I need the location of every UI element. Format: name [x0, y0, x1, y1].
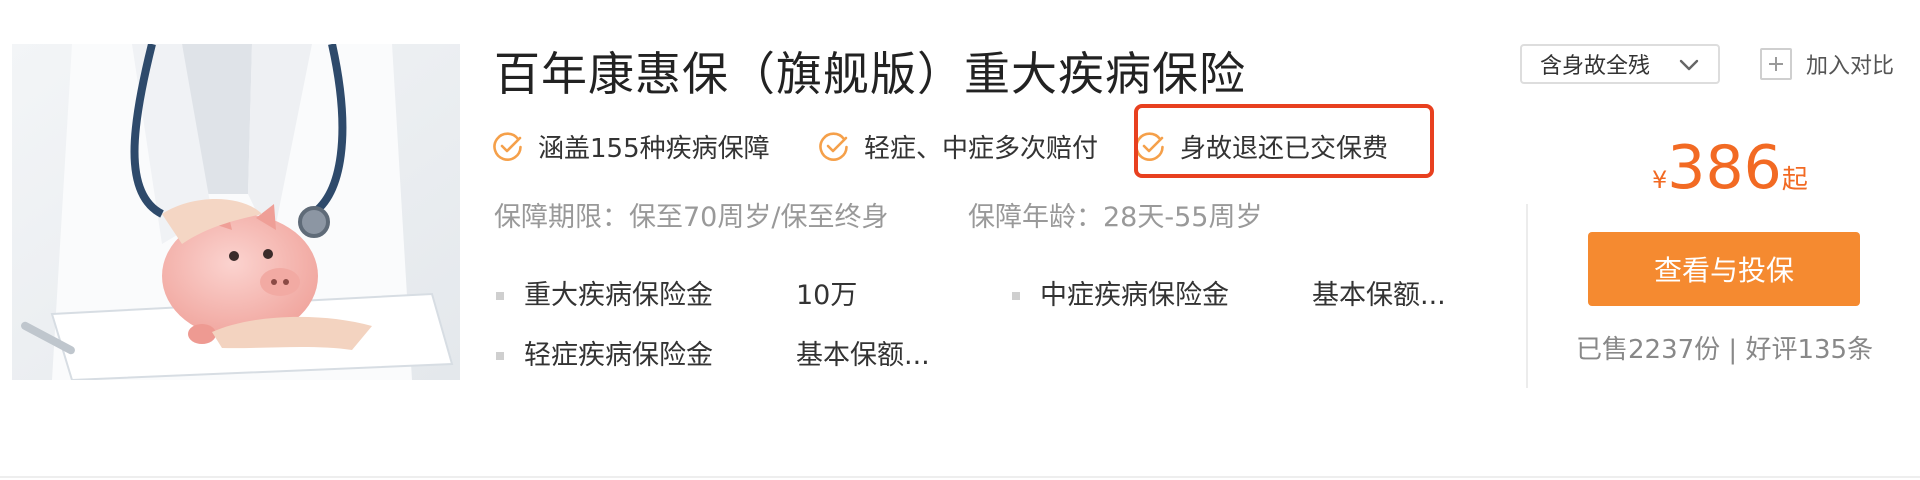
product-title[interactable]: 百年康惠保（旗舰版）重大疾病保险 [494, 44, 1246, 104]
coverage-period: 保障期限：保至70周岁/保至终身 [494, 202, 889, 233]
divider [0, 476, 1920, 478]
product-card: 百年康惠保（旗舰版）重大疾病保险 涵盖155种疾病保障 轻症、中症多次赔付 身故… [0, 0, 1920, 480]
bullet-icon [1012, 292, 1020, 300]
compare-label: 加入对比 [1806, 54, 1895, 79]
column-divider [1526, 204, 1528, 388]
price: ¥386起 [1652, 132, 1808, 219]
bullet-icon [496, 352, 504, 360]
bullet-icon [496, 292, 504, 300]
coverage-name: 中症疾病保险金 [1040, 280, 1229, 311]
check-circle-icon [819, 132, 848, 161]
piggy-bank-doctor-photo-icon [12, 44, 460, 380]
check-circle-icon [493, 132, 522, 161]
product-image[interactable] [12, 44, 460, 380]
coverage-value: 基本保额... [796, 340, 930, 371]
chevron-down-icon [1679, 59, 1699, 71]
plus-icon [1760, 48, 1792, 80]
add-to-compare[interactable]: 加入对比 [1760, 44, 1894, 84]
plan-select-value: 含身故全残 [1540, 54, 1651, 79]
feature-label: 轻症、中症多次赔付 [864, 133, 1099, 164]
coverage-value: 基本保额... [1312, 280, 1446, 311]
price-currency: ¥ [1652, 166, 1668, 194]
plan-select[interactable]: 含身故全残 [1520, 44, 1720, 84]
feature-item: 涵盖155种疾病保障 [492, 116, 770, 176]
coverage-name: 轻症疾病保险金 [524, 340, 713, 371]
feature-item: 轻症、中症多次赔付 [818, 116, 1098, 176]
price-amount: 386 [1667, 133, 1782, 203]
highlight-box [1134, 104, 1434, 178]
coverage-value: 10万 [796, 280, 858, 311]
view-and-buy-button[interactable]: 查看与投保 [1588, 232, 1860, 306]
price-suffix: 起 [1781, 165, 1808, 195]
feature-label: 涵盖155种疾病保障 [538, 133, 770, 164]
coverage-name: 重大疾病保险金 [524, 280, 713, 311]
eligible-age: 保障年龄：28天-55周岁 [968, 202, 1263, 233]
sales-and-reviews[interactable]: 已售2237份 | 好评135条 [1576, 330, 1873, 370]
